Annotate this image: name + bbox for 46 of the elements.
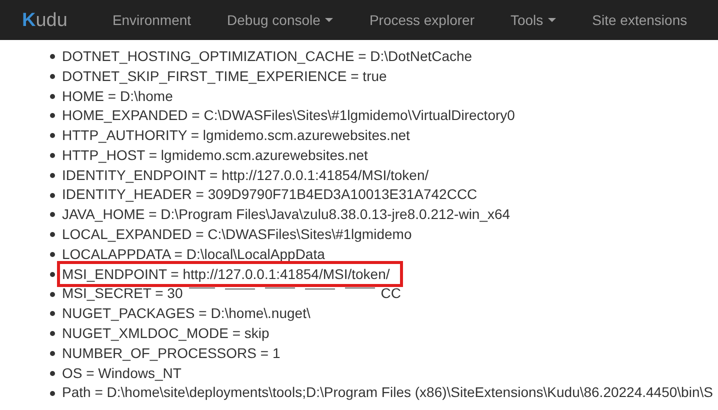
variable-text: NUGET_XMLDOC_MODE = skip — [62, 324, 270, 344]
variable-text: MSI_ENDPOINT = http://127.0.0.1:41854/MSI/token/ — [60, 264, 400, 284]
bullet-icon — [50, 311, 55, 316]
variable-text: MSI_SECRET = 30 — [62, 284, 183, 304]
redaction-scribble-icon — [188, 286, 375, 290]
bullet-icon — [50, 74, 55, 79]
variable-text: DOTNET_HOSTING_OPTIMIZATION_CACHE = D:\DotNetCache — [62, 46, 472, 66]
bullet-icon — [50, 212, 55, 218]
bullet-icon — [50, 252, 55, 257]
nav-link[interactable]: Environment — [97, 10, 206, 30]
variable-text: HTTP_HOST = lgmidemo.scm.azurewebsites.net — [62, 146, 368, 165]
variable-text: HOME = D:\home — [62, 86, 173, 106]
variable-text: IDENTITY_ENDPOINT = http://127.0.0.1:41854/MSI/token/ — [62, 166, 429, 185]
variable-text: NUMBER_OF_PROCESSORS = 1 — [62, 344, 280, 363]
nav-link[interactable]: Debug console — [212, 10, 348, 30]
bullet-icon — [50, 133, 55, 138]
bullet-icon — [50, 370, 55, 376]
nav-link[interactable]: Site extensions — [577, 10, 702, 30]
bullet-icon — [50, 172, 55, 178]
variable-text: HOME_EXPANDED = C:\DWASFiles\Sites\#1lgmidemo\VirtualDirectory0 — [62, 106, 515, 126]
variable-text: IDENTITY_HEADER = 309D9790F71B4ED3A10013E31A742CCC — [62, 185, 478, 204]
bullet-icon — [50, 272, 55, 277]
bullet-icon — [50, 390, 55, 396]
variable-text: NUGET_PACKAGES = D:\home\.nuget\ — [62, 304, 310, 324]
variable-text: DOTNET_SKIP_FIRST_TIME_EXPERIENCE = true — [62, 66, 387, 86]
brand-logo[interactable]: Kudu — [22, 10, 68, 30]
variable-text: LOCALAPPDATA = D:\local\LocalAppData — [62, 244, 325, 264]
variable-text: OS = Windows_NT — [62, 364, 182, 383]
caret-icon — [548, 18, 556, 22]
variable-text: JAVA_HOME = D:\Program Files\Java\zulu8.38.0.13-jre8.0.212-win_x64 — [62, 205, 510, 224]
bullet-icon — [50, 192, 55, 198]
variable-text: Path = D:\home\site\deployments\tools;D:\Program Files (x86)\SiteExtensions\Kudu\86.20224.4450\bin\S — [62, 383, 713, 402]
nav-link[interactable]: Tools — [495, 10, 572, 30]
variable-text: CC — [380, 284, 401, 304]
bullet-icon — [50, 94, 55, 99]
bullet-icon — [50, 292, 55, 297]
variable-text: LOCAL_EXPANDED = C:\DWASFiles\Sites\#1lgmidemo — [62, 225, 412, 244]
nav-link[interactable]: Process explorer — [354, 10, 490, 30]
bullet-icon — [50, 350, 55, 356]
bullet-icon — [50, 232, 55, 238]
bullet-icon — [50, 331, 55, 336]
caret-icon — [325, 18, 334, 22]
variable-text: HTTP_AUTHORITY = lgmidemo.scm.azurewebsites.net — [62, 126, 410, 146]
bullet-icon — [50, 113, 55, 118]
bullet-icon — [50, 152, 55, 158]
bullet-icon — [50, 54, 55, 59]
